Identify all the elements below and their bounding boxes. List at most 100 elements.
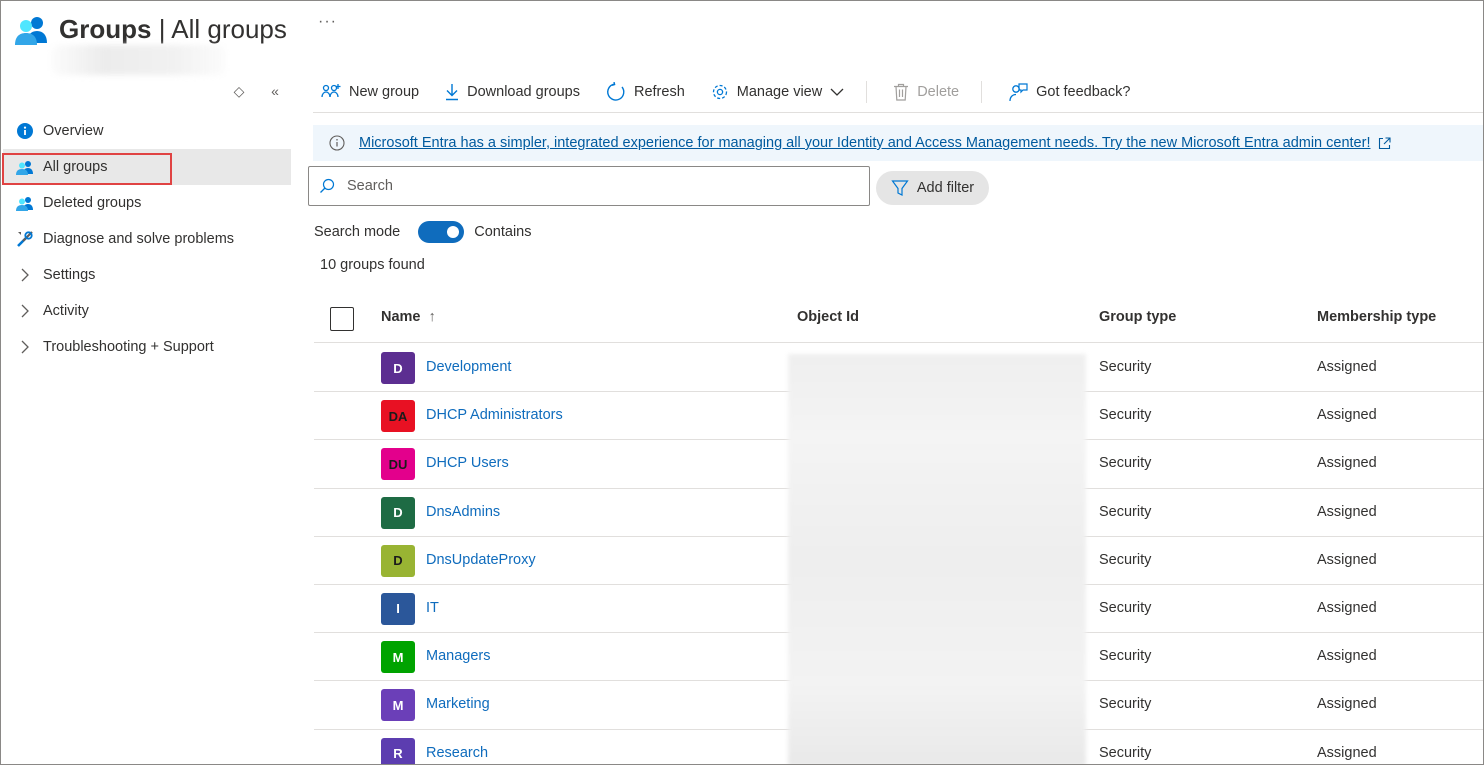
toolbar-divider [981, 80, 983, 103]
command-bar: New group Download groups Refresh Manage… [313, 71, 1483, 113]
sidebar-item-activity[interactable]: Activity [3, 293, 291, 329]
sidebar-item-overview[interactable]: Overview [3, 113, 291, 149]
membership-type-cell: Assigned [1317, 599, 1377, 616]
column-header-object-id[interactable]: Object Id [797, 309, 859, 325]
new-group-label: New group [349, 83, 420, 100]
membership-type-cell: Assigned [1317, 696, 1377, 713]
group-type-cell: Security [1099, 407, 1152, 424]
external-link-icon[interactable] [1378, 136, 1392, 150]
search-mode-value: Contains [474, 224, 532, 240]
info-outline-icon [329, 135, 345, 151]
manage-view-label: Manage view [736, 83, 823, 100]
title-page: All groups [171, 13, 287, 44]
title-separator: | [158, 13, 166, 44]
chevron-down-icon [830, 88, 844, 96]
group-name-link[interactable]: DnsUpdateProxy [426, 552, 536, 568]
chevron-right-icon [15, 265, 35, 285]
search-mode: Search mode Contains [314, 221, 531, 243]
group-name-link[interactable]: IT [426, 600, 439, 616]
pin-icon[interactable]: ◇ [231, 83, 247, 100]
group-name-link[interactable]: Managers [426, 648, 490, 664]
sidebar-item-all-groups[interactable]: All groups [3, 149, 291, 185]
group-avatar: M [381, 689, 415, 722]
sidebar-item-troubleshooting[interactable]: Troubleshooting + Support [3, 329, 291, 365]
sidebar-nav: Overview All groups Deleted groups Diagn… [3, 113, 291, 365]
group-avatar: R [381, 737, 415, 764]
info-icon [15, 121, 35, 141]
search-mode-toggle[interactable] [418, 221, 465, 243]
manage-view-button[interactable]: Manage view [703, 76, 844, 108]
new-group-button[interactable]: New group [313, 76, 419, 108]
download-groups-button[interactable]: Download groups [437, 76, 580, 108]
sidebar-item-deleted-groups[interactable]: Deleted groups [3, 185, 291, 221]
membership-type-cell: Assigned [1317, 455, 1377, 472]
redacted-subtitle [51, 45, 226, 75]
sidebar-item-label: Troubleshooting + Support [43, 339, 214, 355]
table-header: Name ↑ Object Id Group type Membership t… [314, 295, 1483, 343]
toolbar-divider [866, 80, 868, 103]
download-groups-label: Download groups [467, 83, 580, 100]
group-name-link[interactable]: Marketing [426, 696, 490, 712]
add-filter-button[interactable]: Add filter [876, 171, 989, 205]
search-input[interactable] [347, 178, 827, 194]
group-type-cell: Security [1099, 455, 1152, 472]
collapse-icon[interactable]: « [267, 83, 283, 100]
sidebar-item-diagnose[interactable]: Diagnose and solve problems [3, 221, 291, 257]
results-count: 10 groups found [320, 257, 425, 273]
select-all-checkbox[interactable] [330, 307, 354, 331]
column-header-name[interactable]: Name ↑ [381, 309, 436, 325]
group-avatar: D [381, 496, 415, 529]
group-avatar: I [381, 592, 415, 625]
entra-admin-center-link[interactable]: Microsoft Entra has a simpler, integrate… [359, 135, 1370, 151]
add-filter-label: Add filter [916, 180, 975, 196]
feedback-icon [1009, 82, 1028, 101]
feedback-label: Got feedback? [1036, 83, 1131, 100]
page-title: Groups | All groups [59, 14, 287, 45]
new-group-icon [321, 83, 341, 97]
wrench-icon [15, 229, 35, 249]
refresh-button[interactable]: Refresh [598, 76, 685, 108]
membership-type-cell: Assigned [1317, 744, 1377, 761]
gear-icon [712, 84, 727, 99]
sidebar-item-settings[interactable]: Settings [3, 257, 291, 293]
group-avatar: D [381, 352, 415, 384]
group-type-cell: Security [1099, 551, 1152, 568]
membership-type-cell: Assigned [1317, 648, 1377, 665]
group-name-link[interactable]: DnsAdmins [426, 504, 500, 520]
group-type-cell: Security [1099, 648, 1152, 665]
groups-icon [15, 17, 47, 45]
search-icon [320, 178, 335, 193]
refresh-label: Refresh [633, 83, 685, 100]
more-options-button[interactable]: ··· [318, 13, 337, 31]
search-mode-label: Search mode [314, 224, 401, 240]
group-name-link[interactable]: Research [426, 745, 488, 761]
groups-icon [15, 157, 35, 177]
membership-type-cell: Assigned [1317, 407, 1377, 424]
search-box[interactable] [308, 166, 870, 206]
sidebar-item-label: Settings [43, 267, 96, 283]
group-name-link[interactable]: DHCP Users [426, 455, 509, 471]
info-banner: Microsoft Entra has a simpler, integrate… [313, 125, 1483, 161]
column-header-membership-type[interactable]: Membership type [1317, 309, 1436, 325]
membership-type-cell: Assigned [1317, 503, 1377, 520]
sidebar-tools: ◇ « [231, 83, 283, 100]
sidebar-item-label: Diagnose and solve problems [43, 231, 235, 247]
group-type-cell: Security [1099, 696, 1152, 713]
group-avatar: DA [381, 400, 415, 433]
group-name-link[interactable]: DHCP Administrators [426, 407, 563, 423]
feedback-button[interactable]: Got feedback? [1000, 76, 1130, 108]
sidebar-item-label: Deleted groups [43, 195, 142, 211]
sort-ascending-icon: ↑ [428, 309, 436, 325]
membership-type-cell: Assigned [1317, 551, 1377, 568]
trash-icon [894, 83, 909, 101]
group-name-link[interactable]: Development [426, 359, 511, 375]
column-header-group-type[interactable]: Group type [1099, 309, 1176, 325]
group-avatar: D [381, 544, 415, 577]
group-avatar: M [381, 641, 415, 674]
chevron-right-icon [15, 301, 35, 321]
delete-button[interactable]: Delete [885, 76, 959, 108]
redacted-object-ids [788, 354, 1086, 764]
group-type-cell: Security [1099, 359, 1152, 375]
filter-icon [891, 180, 909, 196]
sidebar-item-label: All groups [43, 159, 108, 175]
